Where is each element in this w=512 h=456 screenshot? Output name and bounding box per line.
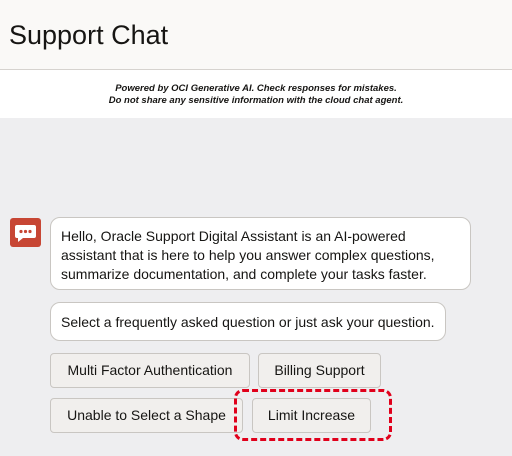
- assistant-message: Hello, Oracle Support Digital Assistant …: [50, 217, 471, 290]
- ai-disclaimer: Powered by OCI Generative AI. Check resp…: [0, 70, 512, 118]
- page-title: Support Chat: [9, 20, 169, 50]
- limit-increase-action-button[interactable]: Limit Increase: [252, 398, 371, 433]
- select-shape-action-button[interactable]: Unable to Select a Shape: [50, 398, 243, 433]
- mfa-action-button[interactable]: Multi Factor Authentication: [50, 353, 250, 388]
- chat-bubble-icon: [15, 225, 36, 242]
- message-line: summarize documentation, and complete yo…: [61, 266, 427, 282]
- message-line: assistant that is here to help you answe…: [61, 247, 435, 263]
- disclaimer-line: Do not share any sensitive information w…: [108, 95, 404, 106]
- chat-header: Support Chat: [0, 0, 512, 70]
- assistant-prompt-message: Select a frequently asked question or ju…: [50, 302, 446, 341]
- assistant-avatar: [10, 218, 41, 247]
- message-line: Hello, Oracle Support Digital Assistant …: [61, 228, 406, 244]
- billing-support-action-button[interactable]: Billing Support: [258, 353, 381, 388]
- disclaimer-line: Powered by OCI Generative AI. Check resp…: [115, 83, 397, 94]
